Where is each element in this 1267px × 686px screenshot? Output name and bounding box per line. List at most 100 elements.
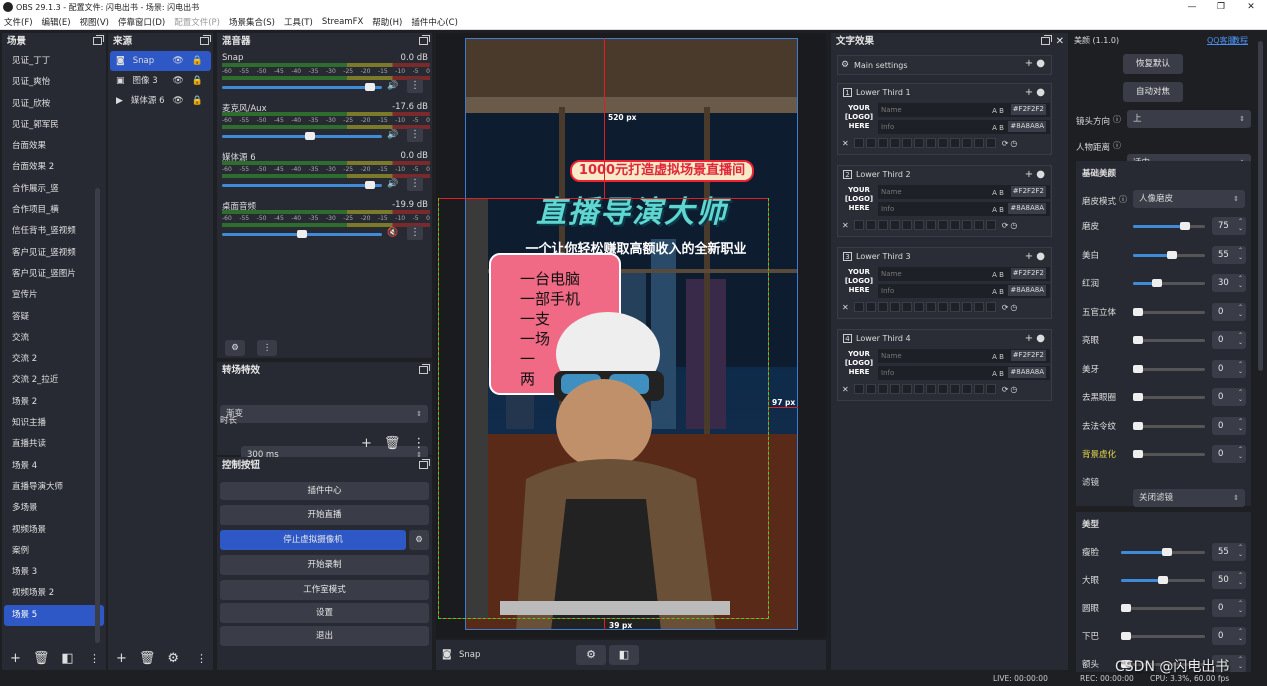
volume-slider[interactable] (222, 181, 382, 189)
name-color[interactable]: #F2F2F2 (1010, 104, 1046, 115)
info-field[interactable]: Info A B #8A8A8A (878, 202, 1050, 216)
scene-item[interactable]: 见证_丁丁 (4, 51, 104, 72)
undock-icon[interactable] (419, 35, 430, 45)
option-swatch[interactable] (973, 384, 984, 394)
option-swatch[interactable] (973, 302, 984, 312)
tutorial-link[interactable]: 教程 (1232, 35, 1248, 46)
skin-mode-select[interactable]: 人像磨皮 ⇕ (1133, 190, 1245, 208)
scene-item[interactable]: 客户见证_竖图片 (4, 264, 104, 285)
lock-icon[interactable]: 🔒 (192, 76, 203, 86)
maximize-button[interactable]: ❐ (1207, 0, 1235, 15)
beauty-slider[interactable] (1133, 279, 1205, 287)
scene-item[interactable]: 见证_欣桉 (4, 94, 104, 115)
add-dot-icon[interactable]: + ● (1025, 87, 1045, 98)
menu-docks[interactable]: 停靠窗口(D) (118, 16, 165, 28)
exit-button[interactable]: 退出 (220, 626, 429, 646)
beauty-slider[interactable] (1121, 576, 1205, 584)
start-streaming-button[interactable]: 开始直播 (220, 505, 429, 525)
option-swatch[interactable] (865, 302, 876, 312)
channel-menu-icon[interactable]: ⋮ (407, 177, 423, 191)
menu-scene-collection[interactable]: 场景集合(S) (229, 16, 275, 28)
lower-third-card[interactable]: 3 Lower Third 3 + ● YOUR [LOGO] HERE Name A B… (837, 247, 1052, 319)
menu-profile[interactable]: 配置文件(P) (174, 16, 220, 28)
main-settings-row[interactable]: ⚙ Main settings + ● (837, 55, 1052, 75)
help-icon[interactable]: ⓘ (1113, 140, 1121, 151)
auto-focus-button[interactable]: 自动对焦 (1123, 82, 1183, 102)
volume-slider[interactable] (222, 230, 382, 238)
info-color[interactable]: #8A8A8A (1008, 203, 1046, 214)
speaker-icon[interactable]: 🔊 (387, 81, 398, 91)
menu-help[interactable]: 帮助(H) (372, 16, 402, 28)
close-icon[interactable]: ✕ (842, 221, 849, 230)
scenes-menu-icon[interactable]: ⋮ (89, 652, 100, 665)
info-field[interactable]: Info A B #8A8A8A (878, 284, 1050, 298)
value-spinbox[interactable]: 0 (1212, 302, 1246, 321)
source-filters-icon[interactable]: ◧ (609, 645, 639, 665)
slider-handle[interactable] (1158, 576, 1168, 584)
option-swatch[interactable] (925, 384, 936, 394)
source-item[interactable]: ▣ 图像 3 👁 🔒 (110, 71, 211, 91)
stop-virtual-camera-button[interactable]: 停止虚拟摄像机 (220, 530, 406, 550)
close-icon[interactable]: ✕ (1056, 33, 1064, 51)
scenes-scrollbar[interactable] (95, 188, 100, 643)
eye-icon[interactable]: 👁 (172, 56, 183, 66)
menu-view[interactable]: 视图(V) (80, 16, 109, 28)
option-swatch[interactable] (949, 302, 960, 312)
lower-third-card[interactable]: 1 Lower Third 1 + ● YOUR [LOGO] HERE Name A B… (837, 83, 1052, 155)
option-swatch[interactable] (949, 138, 960, 148)
slider-handle[interactable] (1133, 421, 1143, 430)
lock-icon[interactable]: 🔒 (192, 96, 203, 106)
scene-item[interactable]: 直播导演大师 (4, 477, 104, 498)
eye-icon[interactable]: 👁 (172, 96, 183, 106)
name-color[interactable]: #F2F2F2 (1010, 350, 1046, 361)
undock-icon[interactable] (1041, 35, 1052, 45)
font-style-icon[interactable]: A B (992, 285, 1004, 299)
option-swatch[interactable] (937, 220, 948, 230)
scene-item[interactable]: 合作项目_横 (4, 200, 104, 221)
scene-item[interactable]: 直播共读 (4, 434, 104, 455)
option-swatch[interactable] (961, 302, 972, 312)
close-icon[interactable]: ✕ (842, 385, 849, 394)
help-icon[interactable]: ⓘ (1113, 114, 1121, 125)
transition-menu-icon[interactable]: ⋮ (412, 436, 425, 451)
option-swatch[interactable] (985, 220, 996, 230)
reset-default-button[interactable]: 恢复默认 (1123, 54, 1183, 74)
undock-icon[interactable] (200, 35, 211, 45)
menu-file[interactable]: 文件(F) (4, 16, 33, 28)
slider-handle[interactable] (1179, 222, 1190, 230)
studio-mode-button[interactable]: 工作室模式 (220, 580, 429, 600)
scene-item[interactable]: 视频场景 (4, 520, 104, 541)
lower-third-card[interactable]: 2 Lower Third 2 + ● YOUR [LOGO] HERE Name A B… (837, 165, 1052, 237)
value-spinbox[interactable]: 0 (1212, 599, 1246, 617)
scene-item[interactable]: 合作展示_竖 (4, 179, 104, 200)
slider-handle[interactable] (1133, 307, 1143, 316)
minimize-button[interactable]: — (1178, 0, 1206, 15)
option-swatch[interactable] (961, 138, 972, 148)
value-spinbox[interactable]: 0 (1212, 416, 1246, 435)
option-swatch[interactable] (973, 138, 984, 148)
volume-slider-handle[interactable] (364, 83, 375, 91)
option-swatch[interactable] (877, 384, 888, 394)
refresh-icon[interactable]: ⟳ (1002, 139, 1009, 148)
scene-item[interactable]: 台面效果 (4, 136, 104, 157)
eye-icon[interactable]: 👁 (172, 76, 183, 86)
slider-handle[interactable] (1161, 548, 1172, 556)
clock-icon[interactable]: ◷ (1010, 385, 1017, 394)
scene-item[interactable]: 多场景 (4, 498, 104, 519)
undock-icon[interactable] (419, 364, 430, 374)
font-style-icon[interactable]: A B (992, 367, 1004, 381)
undock-icon[interactable] (419, 459, 430, 469)
add-dot-icon[interactable]: + ● (1025, 251, 1045, 262)
close-icon[interactable]: ✕ (842, 139, 849, 148)
option-swatch[interactable] (985, 384, 996, 394)
add-source-icon[interactable]: + (116, 651, 127, 666)
option-swatch[interactable] (949, 384, 960, 394)
beauty-slider[interactable] (1133, 250, 1205, 259)
name-color[interactable]: #F2F2F2 (1010, 186, 1046, 197)
option-swatch[interactable] (925, 220, 936, 230)
scene-item[interactable]: 信任背书_竖视频 (4, 221, 104, 242)
option-swatch[interactable] (913, 384, 924, 394)
option-swatch[interactable] (889, 220, 900, 230)
volume-slider-handle[interactable] (364, 181, 375, 189)
beauty-slider[interactable] (1133, 336, 1205, 344)
